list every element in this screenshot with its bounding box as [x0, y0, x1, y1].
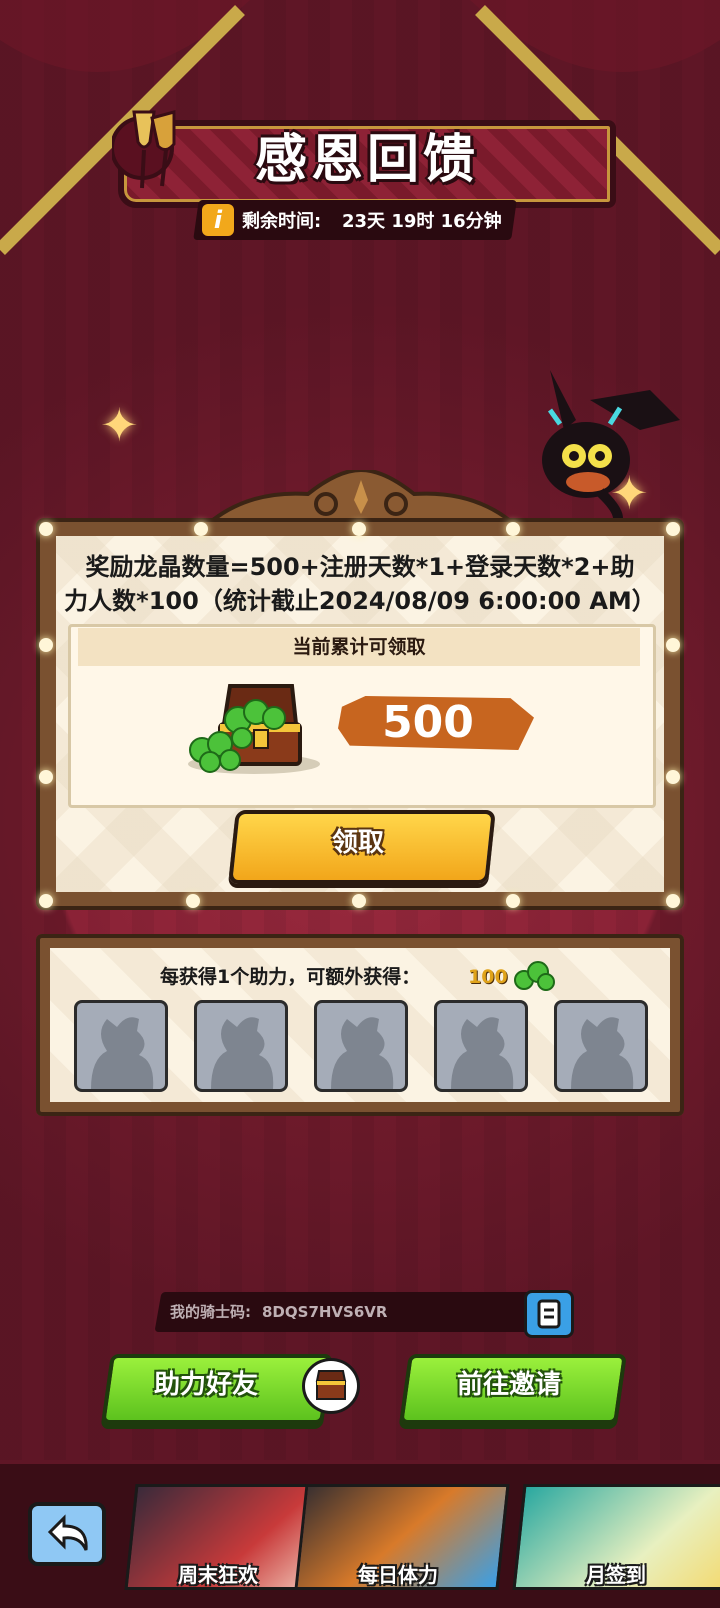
reward-rule-line: 力人数*100（统计截止2024/08/09 6:00:00 AM） — [64, 587, 656, 615]
chest-bubble-icon — [302, 1358, 360, 1414]
light-bulb — [39, 638, 53, 652]
go-invite-label[interactable]: 前往邀请 — [404, 1354, 614, 1416]
light-bulb — [39, 894, 53, 908]
helper-bonus-value: 100 — [468, 966, 508, 988]
treasure-chest-icon — [188, 684, 320, 774]
nav-label[interactable]: 月签到 — [516, 1560, 716, 1590]
panel-ornament — [208, 470, 514, 524]
knight-code-label: 我的骑士码: — [170, 1303, 251, 1321]
timer-label: 剩余时间: — [242, 211, 322, 232]
light-bulb — [666, 522, 680, 536]
helper-slot[interactable] — [434, 1000, 528, 1092]
empty-avatar-icon — [91, 1017, 154, 1089]
info-icon[interactable]: i — [202, 204, 234, 236]
empty-avatar-icon — [451, 1017, 514, 1089]
helper-slot[interactable] — [74, 1000, 168, 1092]
nav-label[interactable]: 每日体力 — [288, 1560, 508, 1590]
back-button[interactable] — [28, 1502, 106, 1566]
helper-slot[interactable] — [194, 1000, 288, 1092]
dragon-mascot-icon — [542, 370, 680, 530]
reward-rule-text: 奖励龙晶数量=500+注册天数*1+登录天数*2+助 力人数*100（统计截止2… — [56, 550, 664, 618]
reward-amount: 500 — [382, 697, 474, 748]
light-bulb — [39, 770, 53, 784]
helper-slot[interactable] — [554, 1000, 648, 1092]
timer-value: 23天 19时 16分钟 — [342, 211, 502, 232]
claim-button-label[interactable]: 领取 — [232, 810, 484, 876]
light-bulb — [506, 522, 520, 536]
knight-code-value: 8DQS7HVS6VR — [262, 1303, 388, 1321]
copy-code-button[interactable] — [524, 1290, 574, 1338]
copy-icon — [537, 1299, 561, 1329]
empty-avatar-icon — [331, 1017, 394, 1089]
light-bulb — [352, 522, 366, 536]
light-bulb — [506, 894, 520, 908]
assist-friend-label[interactable]: 助力好友 — [106, 1354, 306, 1416]
page-title: 感恩回馈 — [254, 130, 479, 190]
helper-bonus-text: 每获得1个助力，可额外获得： — [160, 966, 421, 988]
helper-slot[interactable] — [314, 1000, 408, 1092]
light-bulb — [194, 522, 208, 536]
reward-rule-line: 奖励龙晶数量=500+注册天数*1+登录天数*2+助 — [85, 553, 635, 581]
dragon-crystal-icon — [514, 961, 555, 991]
sparkle-icon: ✦ — [100, 398, 139, 452]
light-bulb — [352, 894, 366, 908]
light-bulb — [186, 894, 200, 908]
back-arrow-icon — [47, 1514, 88, 1551]
light-bulb — [666, 770, 680, 784]
light-bulb — [666, 638, 680, 652]
light-bulb — [39, 522, 53, 536]
accumulated-header: 当前累计可领取 — [78, 628, 640, 666]
empty-avatar-icon — [211, 1017, 274, 1089]
light-bulb — [666, 894, 680, 908]
empty-avatar-icon — [571, 1017, 634, 1089]
